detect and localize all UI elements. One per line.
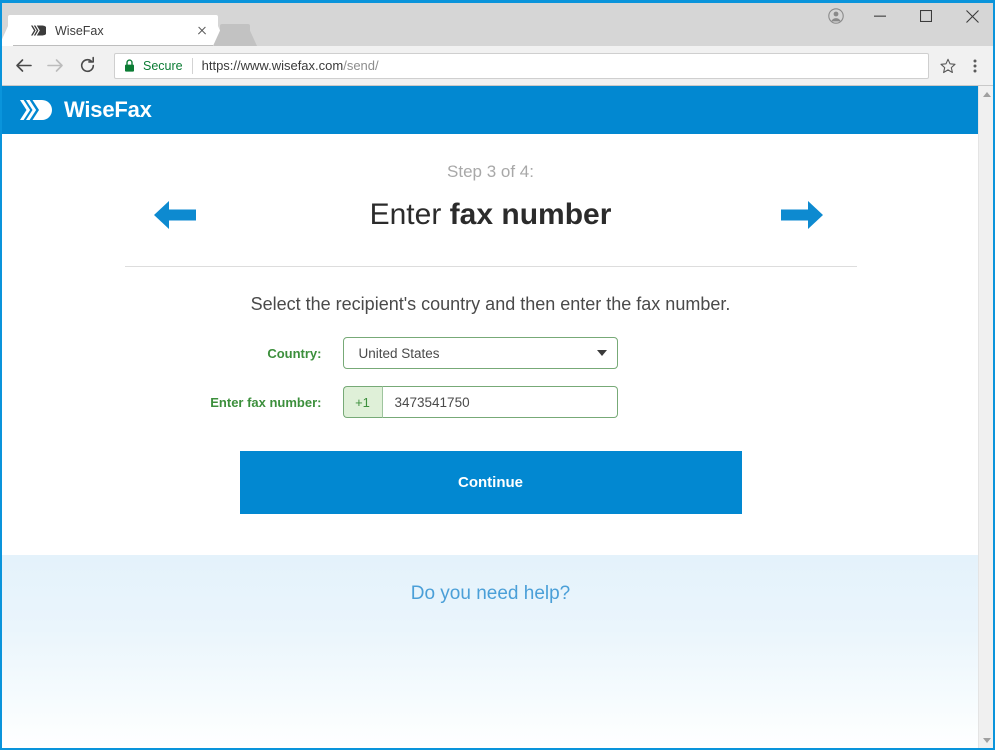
minimize-icon[interactable]: [857, 0, 903, 32]
url-host: https://www.wisefax.com: [201, 58, 344, 73]
country-label: Country:: [267, 345, 322, 361]
fax-number-row: Enter fax number: +1 3473541750: [191, 386, 791, 418]
window-controls: [815, 0, 995, 32]
forward-arrow-icon: [40, 51, 70, 81]
continue-button[interactable]: Continue: [239, 451, 742, 514]
site-header: WiseFax: [2, 86, 979, 134]
fax-number-input[interactable]: 3473541750: [382, 386, 618, 418]
next-step-button[interactable]: [773, 193, 831, 237]
page-title-bold: fax number: [449, 198, 612, 231]
browser-titlebar: WiseFax: [0, 0, 995, 46]
scroll-up-arrow-icon[interactable]: [979, 86, 994, 102]
wisefax-page: WiseFax Step 3 of 4: Enter fax number Se…: [2, 86, 979, 748]
site-footer: Do you need help?: [2, 555, 979, 748]
three-dot-menu-icon[interactable]: [963, 53, 987, 79]
back-arrow-icon[interactable]: [8, 51, 38, 81]
tab-title: WiseFax: [55, 23, 104, 38]
brand-name: WiseFax: [64, 97, 152, 122]
wisefax-chevrons-icon: [30, 23, 46, 39]
section-divider: [124, 266, 857, 267]
country-select[interactable]: United States: [342, 337, 618, 369]
country-select-wrap[interactable]: United States: [342, 337, 618, 369]
maximize-icon[interactable]: [903, 0, 949, 32]
page-viewport: WiseFax Step 3 of 4: Enter fax number Se…: [2, 86, 993, 748]
country-select-value: United States: [358, 345, 440, 361]
page-title: Enter fax number: [370, 198, 612, 232]
instruction-text: Select the recipient's country and then …: [250, 294, 731, 314]
address-bar-url: https://www.wisefax.com/send/: [202, 58, 379, 73]
page-scrollbar[interactable]: [978, 86, 993, 748]
window-close-icon[interactable]: [949, 0, 995, 32]
wisefax-chevrons-icon: [20, 99, 52, 121]
new-tab-icon[interactable]: [213, 24, 257, 46]
browser-tab-wisefax[interactable]: WiseFax: [0, 15, 227, 46]
fax-form: Country: United States Enter fax number:…: [191, 337, 791, 418]
previous-step-button[interactable]: [146, 193, 204, 237]
chevron-down-icon: [596, 350, 607, 356]
fax-number-label: Enter fax number:: [210, 394, 322, 410]
arrow-right-icon: [781, 201, 823, 229]
country-row: Country: United States: [191, 337, 791, 369]
help-link[interactable]: Do you need help?: [2, 555, 979, 605]
tab-close-icon[interactable]: [194, 23, 210, 39]
browser-window: WiseFax Secure https://www.wisefax.com/s…: [0, 0, 995, 750]
country-code-prefix: +1: [342, 386, 383, 418]
address-bar[interactable]: Secure https://www.wisefax.com/send/: [114, 52, 929, 79]
browser-chrome: WiseFax Secure https://www.wisefax.com/s…: [0, 0, 995, 86]
padlock-icon: [124, 59, 137, 72]
bookmark-star-icon[interactable]: [935, 53, 961, 79]
scroll-down-arrow-icon[interactable]: [979, 732, 994, 748]
page-title-light: Enter: [369, 198, 442, 231]
title-row: Enter fax number: [2, 186, 979, 244]
fax-number-input-group: +1 3473541750: [342, 386, 618, 418]
reload-icon[interactable]: [72, 51, 102, 81]
security-status-label: Secure: [143, 58, 183, 73]
step-indicator: Step 3 of 4:: [447, 162, 534, 181]
omnibox-divider: [191, 57, 193, 74]
browser-toolbar: Secure https://www.wisefax.com/send/: [0, 46, 995, 86]
fax-number-value: 3473541750: [394, 394, 470, 410]
account-avatar-icon[interactable]: [815, 0, 857, 32]
url-path: /send/: [343, 58, 379, 73]
main-content: Step 3 of 4: Enter fax number Select the…: [2, 134, 979, 514]
arrow-left-icon: [154, 201, 196, 229]
